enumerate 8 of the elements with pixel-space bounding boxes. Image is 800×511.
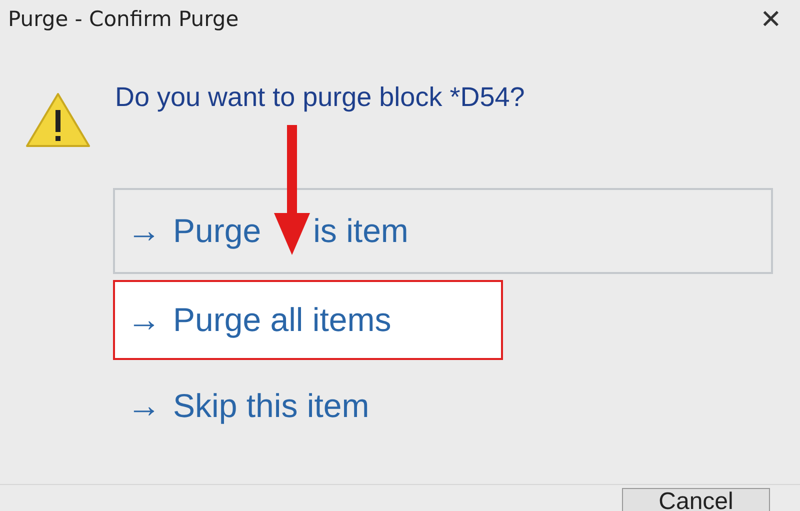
- option-link[interactable]: → Skip this item: [113, 366, 384, 446]
- option-link[interactable]: → Purge all items: [113, 280, 503, 360]
- option-link[interactable]: → Purge is item: [113, 188, 773, 274]
- cancel-button[interactable]: Cancel: [622, 488, 770, 511]
- close-button[interactable]: ✕: [754, 4, 788, 34]
- warning-icon: [25, 92, 91, 148]
- question-text: Do you want to purge block *D54?: [115, 82, 525, 113]
- window-title: Purge - Confirm Purge: [8, 7, 239, 31]
